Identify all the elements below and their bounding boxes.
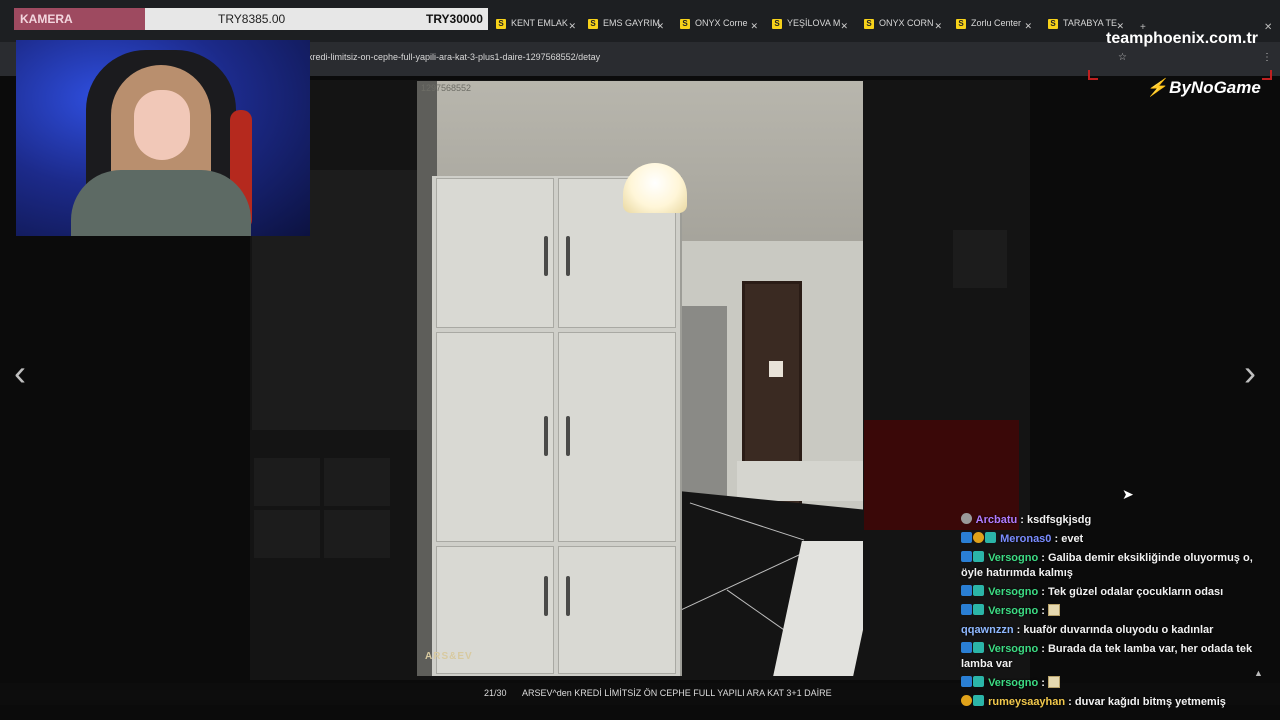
close-icon[interactable]: ✕ (1024, 21, 1032, 32)
stream-chat: Arcbatu : ksdfsgkjsdg Meronas0 : evet Ve… (961, 513, 1277, 714)
donation-goal: TRY30000 (426, 12, 483, 26)
emote-icon (1047, 676, 1060, 688)
bynogame-logo: ⚡ ByNoGame (1146, 78, 1261, 97)
sahibinden-icon: S (1048, 18, 1058, 29)
sahibinden-icon: S (772, 18, 782, 29)
badge-icon (973, 585, 984, 596)
badge-icon (973, 532, 984, 543)
close-icon[interactable]: ✕ (656, 21, 664, 32)
donation-goal-bar: KAMERA TRY8385.00 TRY30000 (14, 8, 488, 30)
badge-icon (961, 642, 972, 653)
emote-icon (1047, 604, 1060, 616)
frame-corner-icon (1088, 70, 1098, 80)
webcam-feed (16, 40, 310, 236)
badge-icon (961, 695, 972, 706)
sahibinden-icon: S (956, 18, 966, 29)
frame-corner-icon (1262, 70, 1272, 80)
photo-watermark: ARS&EV (425, 651, 473, 662)
close-icon[interactable]: ✕ (568, 21, 576, 32)
url-text[interactable]: n-kredi-limitsiz-on-cephe-full-yapili-ar… (300, 52, 600, 62)
agent-photo (953, 230, 1007, 288)
thumbnail (324, 510, 390, 558)
chat-message: Meronas0 : evet (961, 532, 1277, 547)
sahibinden-icon: S (680, 18, 690, 29)
sponsor-site: teamphoenix.com.tr (1106, 30, 1259, 47)
chat-message: Versogno : Burada da tek lamba var, her … (961, 642, 1253, 670)
thumbnail (254, 510, 320, 558)
badge-icon (973, 676, 984, 687)
menu-icon[interactable]: ⋮ (1262, 52, 1272, 63)
photo-counter: 21/30 (484, 688, 507, 698)
wardrobe (432, 176, 682, 676)
close-icon[interactable]: ✕ (840, 21, 848, 32)
tab-onyx-1[interactable]: S ONYX Corne ✕ (680, 18, 758, 42)
chat-message: Versogno : (961, 676, 1277, 691)
donation-balance: TRY8385.00 (218, 12, 286, 26)
badge-icon (973, 695, 984, 706)
tab-kent-emlak[interactable]: S KENT EMLAK ✕ (496, 18, 576, 42)
badge-icon (961, 585, 972, 596)
thumbnail (324, 458, 390, 506)
chat-message: Versogno : Tek güzel odalar çocukların o… (961, 585, 1277, 600)
sahibinden-icon: S (588, 18, 598, 29)
photo-id: 1297568552 (421, 83, 472, 93)
badge-icon (973, 642, 984, 653)
chat-message: Arcbatu : ksdfsgkjsdg (961, 513, 1277, 528)
badge-icon (961, 551, 972, 562)
next-photo-button[interactable]: › (1244, 355, 1256, 391)
badge-icon (961, 604, 972, 615)
badge-icon (961, 676, 972, 687)
tab-onyx-2[interactable]: S ONYX CORN ✕ (864, 18, 942, 42)
chat-message: Versogno : Galiba demir eksikliğinde olu… (961, 551, 1253, 579)
badge-icon (973, 604, 984, 615)
previous-photo-button[interactable]: ‹ (14, 355, 26, 391)
photo-caption: ARSEV^den KREDİ LİMİTSİZ ÖN CEPHE FULL Y… (522, 688, 832, 698)
close-icon[interactable]: ✕ (750, 21, 758, 32)
stream-frame: S KENT EMLAK ✕ S EMS GAYRIM ✕ S ONYX Corne ✕ S… (0, 0, 1280, 720)
tab-zorlu[interactable]: S Zorlu Center ✕ (956, 18, 1032, 42)
chat-scroll-up-icon[interactable]: ▲ (1254, 668, 1263, 678)
thumbnail (254, 458, 320, 506)
star-icon[interactable]: ☆ (1118, 52, 1127, 63)
mouse-cursor-icon: ➤ (1122, 486, 1134, 502)
badge-icon (961, 532, 972, 543)
window-close-icon[interactable]: ✕ (1264, 22, 1272, 33)
tab-yesilova[interactable]: S YEŞİLOVA M ✕ (772, 18, 848, 42)
listing-photo: 1297568552 ARS&EV (417, 81, 863, 676)
chat-message: rumeysaayhan : duvar kağıdı bitmş yetmem… (961, 695, 1277, 710)
close-icon[interactable]: ✕ (934, 21, 942, 32)
tab-ems[interactable]: S EMS GAYRIM ✕ (588, 18, 664, 42)
bolt-icon: ⚡ (1146, 78, 1168, 97)
badge-icon (985, 532, 996, 543)
sahibinden-icon: S (496, 18, 506, 29)
sahibinden-icon: S (864, 18, 874, 29)
camera-label: KAMERA (14, 8, 145, 30)
badge-icon (961, 513, 972, 524)
chat-message: Versogno : (961, 604, 1277, 619)
badge-icon (973, 551, 984, 562)
chat-message: qqawnzzn : kuaför duvarında oluyodu o ka… (961, 624, 1214, 636)
